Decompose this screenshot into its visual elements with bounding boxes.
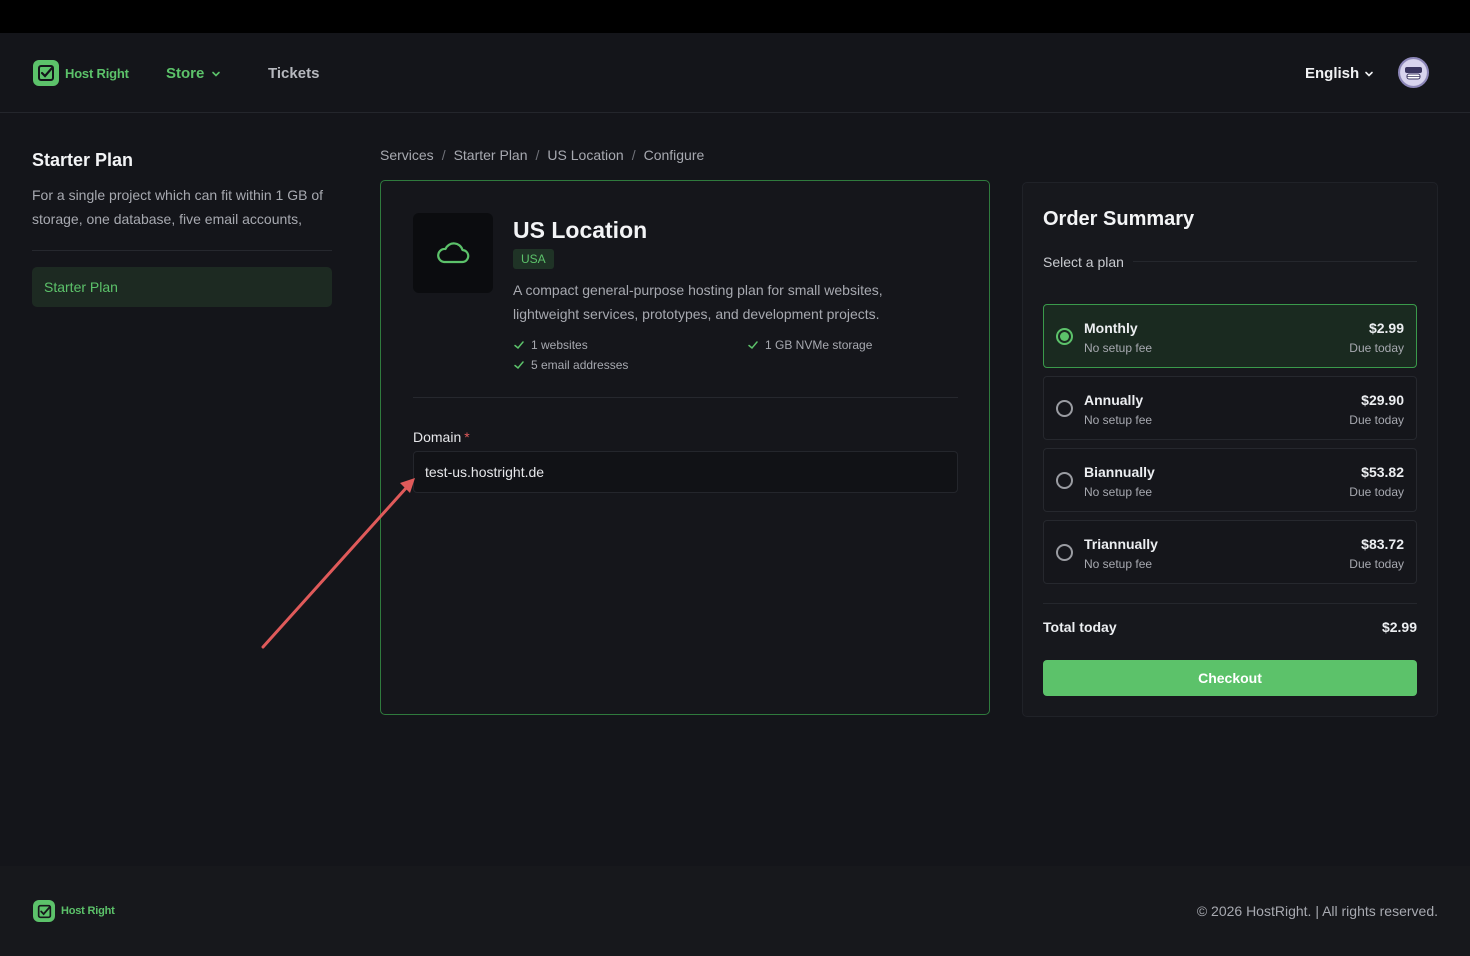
- top-black-bar: [0, 0, 1470, 33]
- breadcrumb-starter-plan[interactable]: Starter Plan: [454, 147, 528, 163]
- plan-fee: No setup fee: [1084, 413, 1153, 427]
- nav-store-label: Store: [166, 65, 205, 82]
- plan-name: Monthly: [1084, 320, 1138, 336]
- feature-label: 1 GB NVMe storage: [765, 338, 873, 352]
- plan-option-biannually[interactable]: Biannually No setup fee $53.82 Due today: [1043, 448, 1417, 512]
- plan-price: $2.99: [1368, 320, 1404, 336]
- plan-price: $29.90: [1361, 392, 1404, 408]
- plan-name: Triannually: [1084, 536, 1158, 552]
- location-badge: USA: [513, 249, 554, 269]
- nav-store-dropdown[interactable]: Store: [166, 65, 221, 82]
- footer-brand-name: Host Right: [61, 905, 115, 917]
- checkbox-logo-icon: [33, 60, 59, 86]
- plan-fee: No setup fee: [1084, 341, 1153, 355]
- breadcrumb-services[interactable]: Services: [380, 147, 434, 163]
- breadcrumb-separator: /: [441, 147, 446, 163]
- sidebar-description: For a single project which can fit withi…: [32, 187, 324, 227]
- site-footer: Host Right © 2026 HostRight. | All right…: [0, 866, 1470, 956]
- plan-fee: No setup fee: [1084, 485, 1153, 499]
- check-icon: [748, 341, 758, 350]
- feature-item: 5 email addresses: [513, 358, 628, 372]
- check-icon: [514, 341, 524, 350]
- nav-tickets[interactable]: Tickets: [268, 65, 319, 82]
- plan-option-triannually[interactable]: Triannually No setup fee $83.72 Due toda…: [1043, 520, 1417, 584]
- site-header: Host Right Store Tickets English: [0, 33, 1470, 113]
- plan-price: $83.72: [1361, 536, 1404, 552]
- radio-unselected[interactable]: [1056, 400, 1073, 417]
- domain-label-text: Domain: [413, 429, 462, 445]
- select-plan-divider: [1133, 261, 1417, 262]
- plan-due: Due today: [1349, 413, 1404, 427]
- plan-fee: No setup fee: [1084, 557, 1153, 571]
- checkout-button[interactable]: Checkout: [1043, 660, 1417, 696]
- order-summary-title: Order Summary: [1043, 208, 1195, 230]
- user-avatar[interactable]: [1398, 57, 1429, 88]
- feature-item: 1 GB NVMe storage: [747, 338, 872, 352]
- product-config-card: US Location USA A compact general-purpos…: [380, 180, 990, 715]
- plan-due: Due today: [1349, 557, 1404, 571]
- sidebar-title: Starter Plan: [32, 150, 134, 170]
- copyright-text: © 2026 HostRight. | All rights reserved.: [1196, 903, 1438, 919]
- check-icon: [514, 361, 524, 370]
- breadcrumb: Services / Starter Plan / US Location / …: [380, 147, 704, 163]
- feature-item: 1 websites: [513, 338, 588, 352]
- total-value: $2.99: [1381, 619, 1417, 635]
- footer-brand-logo[interactable]: Host Right: [33, 900, 115, 922]
- required-marker: *: [464, 429, 470, 445]
- total-label: Total today: [1043, 619, 1117, 635]
- plan-name: Biannually: [1084, 464, 1155, 480]
- plan-option-monthly[interactable]: Monthly No setup fee $2.99 Due today: [1043, 304, 1417, 368]
- language-label: English: [1305, 65, 1360, 82]
- breadcrumb-separator: /: [631, 147, 636, 163]
- plan-name: Annually: [1084, 392, 1144, 408]
- sidebar-divider: [32, 250, 332, 251]
- select-plan-label: Select a plan: [1043, 254, 1124, 270]
- chevron-down-icon: [1365, 71, 1373, 77]
- product-title: US Location: [513, 217, 648, 243]
- cloud-icon: [413, 213, 493, 293]
- breadcrumb-us-location[interactable]: US Location: [547, 147, 623, 163]
- radio-unselected[interactable]: [1056, 544, 1073, 561]
- domain-input[interactable]: [413, 451, 958, 493]
- summary-divider: [1043, 603, 1417, 604]
- radio-unselected[interactable]: [1056, 472, 1073, 489]
- feature-label: 5 email addresses: [531, 358, 629, 372]
- plan-due: Due today: [1349, 485, 1404, 499]
- checkbox-logo-icon: [33, 900, 55, 922]
- feature-label: 1 websites: [531, 338, 588, 352]
- breadcrumb-configure: Configure: [643, 147, 705, 163]
- plan-price: $53.82: [1361, 464, 1404, 480]
- product-description: A compact general-purpose hosting plan f…: [513, 282, 883, 322]
- radio-selected[interactable]: [1056, 328, 1073, 345]
- sidebar-item-starter-plan[interactable]: Starter Plan: [32, 267, 332, 307]
- plan-option-annually[interactable]: Annually No setup fee $29.90 Due today: [1043, 376, 1417, 440]
- card-divider: [413, 397, 958, 398]
- brand-name: Host Right: [65, 65, 129, 81]
- language-selector[interactable]: English: [1305, 65, 1374, 82]
- brand-logo[interactable]: Host Right: [33, 60, 129, 86]
- breadcrumb-separator: /: [535, 147, 540, 163]
- order-summary-panel: Order Summary Select a plan Monthly No s…: [1022, 182, 1438, 717]
- chevron-down-icon: [212, 71, 221, 77]
- plan-due: Due today: [1349, 341, 1404, 355]
- domain-label: Domain *: [413, 429, 470, 445]
